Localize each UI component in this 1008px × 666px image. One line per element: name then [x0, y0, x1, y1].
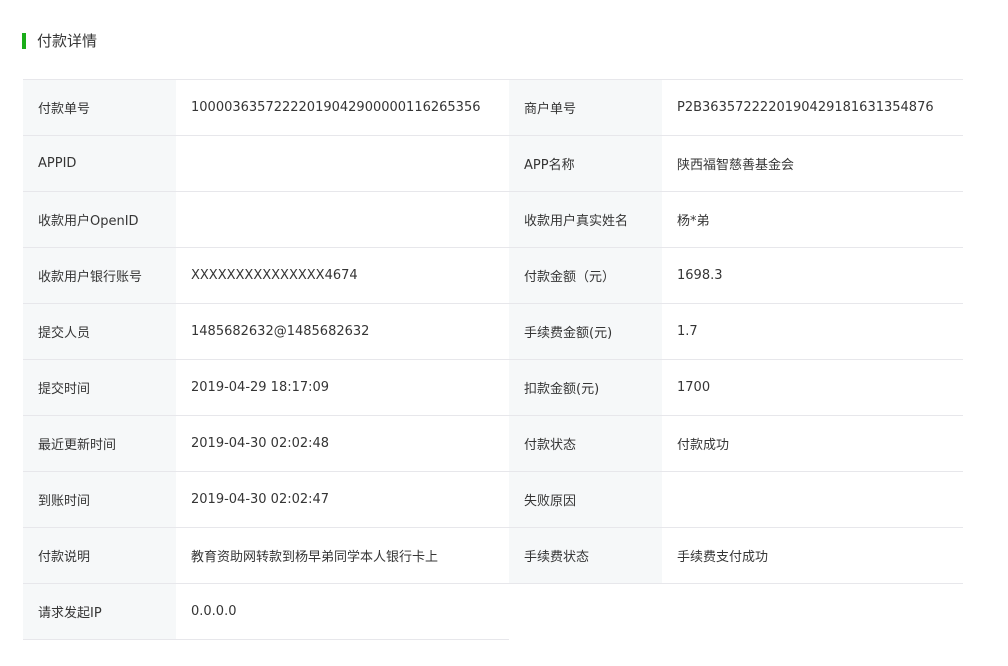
table-row: 最近更新时间 2019-04-30 02:02:48 付款状态 付款成功: [23, 415, 963, 472]
payment-no-label: 付款单号: [23, 79, 176, 136]
table-row: 请求发起IP 0.0.0.0: [23, 583, 963, 640]
submitter-label: 提交人员: [23, 303, 176, 360]
table-row: 提交时间 2019-04-29 18:17:09 扣款金额(元) 1700: [23, 359, 963, 416]
section-accent-bar: [22, 33, 26, 49]
payee-openid-value: [176, 191, 509, 248]
payment-description-label: 付款说明: [23, 527, 176, 584]
failure-reason-value: [662, 471, 963, 528]
payment-description-value: 教育资助网转款到杨早弟同学本人银行卡上: [176, 527, 509, 584]
table-row: 提交人员 1485682632@1485682632 手续费金额(元) 1.7: [23, 303, 963, 360]
merchant-no-label: 商户单号: [509, 79, 662, 136]
appid-value: [176, 135, 509, 192]
payee-openid-label: 收款用户OpenID: [23, 191, 176, 248]
app-name-value: 陕西福智慈善基金会: [662, 135, 963, 192]
last-update-time-label: 最近更新时间: [23, 415, 176, 472]
empty-cell: [662, 583, 963, 640]
last-update-time-value: 2019-04-30 02:02:48: [176, 415, 509, 472]
section-title: 付款详情: [37, 32, 98, 50]
payment-no-value: 1000036357222201904290000011626535​6: [176, 79, 509, 136]
fee-amount-value: 1.7: [662, 303, 963, 360]
submit-time-value: 2019-04-29 18:17:09: [176, 359, 509, 416]
payment-amount-value: 1698.3: [662, 247, 963, 304]
payee-real-name-value: 杨*弟: [662, 191, 963, 248]
payment-detail-page: 付款详情 付款单号 100003635722220190429000001162…: [0, 0, 1008, 666]
request-ip-value: 0.0.0.0: [176, 583, 509, 640]
arrival-time-label: 到账时间: [23, 471, 176, 528]
app-name-label: APP名称: [509, 135, 662, 192]
submitter-value: 1485682632@1485682632: [176, 303, 509, 360]
fee-status-value: 手续费支付成功: [662, 527, 963, 584]
fee-amount-label: 手续费金额(元): [509, 303, 662, 360]
payee-bank-account-value: XXXXXXXXXXXXXXX4674: [176, 247, 509, 304]
merchant-no-value: P2B3635722220190429181631354876: [662, 79, 963, 136]
table-row: 收款用户OpenID 收款用户真实姓名 杨*弟: [23, 191, 963, 248]
payment-detail-table: 付款单号 1000036357222201904290000011626535​…: [23, 79, 963, 640]
request-ip-label: 请求发起IP: [23, 583, 176, 640]
payee-real-name-label: 收款用户真实姓名: [509, 191, 662, 248]
payee-bank-account-label: 收款用户银行账号: [23, 247, 176, 304]
empty-cell: [509, 583, 662, 640]
deduct-amount-label: 扣款金额(元): [509, 359, 662, 416]
deduct-amount-value: 1700: [662, 359, 963, 416]
table-row: 付款说明 教育资助网转款到杨早弟同学本人银行卡上 手续费状态 手续费支付成功: [23, 527, 963, 584]
table-row: 付款单号 1000036357222201904290000011626535​…: [23, 79, 963, 136]
table-row: 收款用户银行账号 XXXXXXXXXXXXXXX4674 付款金额（元） 169…: [23, 247, 963, 304]
table-row: 到账时间 2019-04-30 02:02:47 失败原因: [23, 471, 963, 528]
submit-time-label: 提交时间: [23, 359, 176, 416]
payment-status-value: 付款成功: [662, 415, 963, 472]
payment-status-label: 付款状态: [509, 415, 662, 472]
payment-amount-label: 付款金额（元）: [509, 247, 662, 304]
failure-reason-label: 失败原因: [509, 471, 662, 528]
arrival-time-value: 2019-04-30 02:02:47: [176, 471, 509, 528]
appid-label: APPID: [23, 135, 176, 192]
section-header: 付款详情: [22, 30, 97, 52]
table-row: APPID APP名称 陕西福智慈善基金会: [23, 135, 963, 192]
fee-status-label: 手续费状态: [509, 527, 662, 584]
